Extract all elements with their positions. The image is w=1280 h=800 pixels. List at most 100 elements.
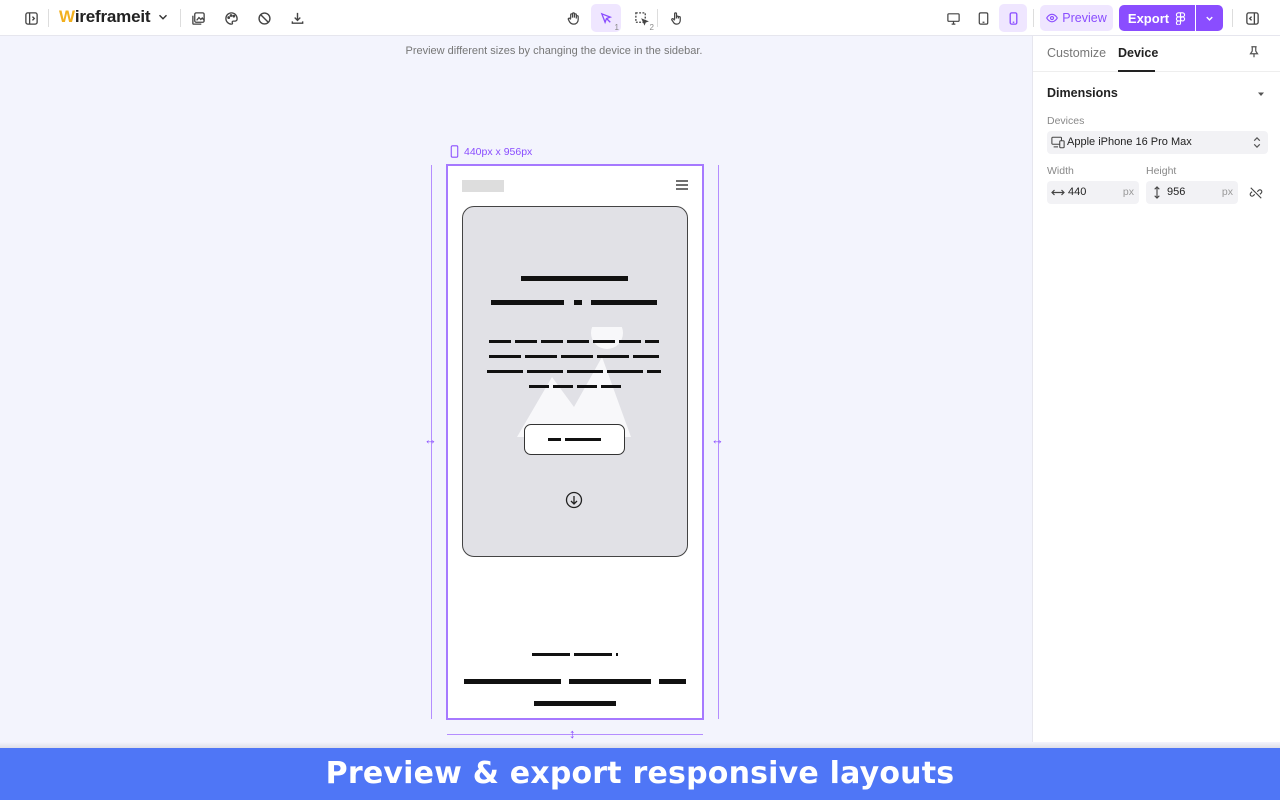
image-plus-icon	[191, 11, 205, 25]
paragraph-line	[487, 370, 661, 373]
toggle-sidebar-button[interactable]	[17, 4, 45, 32]
export-label: Export	[1127, 10, 1170, 26]
cta-button-placeholder	[524, 424, 625, 455]
divider	[48, 9, 49, 27]
tab-device[interactable]: Device	[1118, 46, 1158, 60]
divider	[1033, 9, 1034, 27]
hamburger-menu-icon	[676, 180, 688, 190]
hand-icon	[567, 11, 579, 25]
divider	[180, 9, 181, 27]
shortcut-hint: 2	[649, 23, 654, 32]
resize-vertical-icon[interactable]: ↕	[569, 726, 576, 741]
device-frame[interactable]	[446, 164, 704, 720]
sidebar-right-icon	[1245, 11, 1259, 25]
height-label: Height	[1146, 165, 1177, 177]
divider	[1232, 9, 1233, 27]
export-button[interactable]: Export	[1119, 5, 1195, 31]
interact-tool-button[interactable]	[662, 4, 690, 32]
footer-text-line	[534, 701, 616, 706]
shortcut-hint: 1	[614, 23, 619, 32]
pan-tool-button[interactable]	[559, 4, 587, 32]
footer-text-line	[464, 679, 561, 684]
frame-size-label: 440px x 956px	[449, 145, 532, 158]
disable-button[interactable]	[250, 4, 278, 32]
app-logo[interactable]: Wireframeit	[59, 7, 151, 27]
canvas-hint: Preview different sizes by changing the …	[405, 45, 703, 57]
export-options-button[interactable]	[1196, 5, 1223, 31]
arrows-vertical-icon	[1154, 186, 1160, 199]
monitor-icon	[946, 12, 960, 25]
select-tool-button[interactable]: 1	[591, 4, 621, 32]
logo-mark: W	[59, 7, 75, 26]
arrows-horizontal-icon	[1051, 189, 1065, 196]
palette-icon	[224, 11, 238, 25]
pin-icon[interactable]	[1247, 45, 1261, 59]
promo-caption: Preview & export responsive layouts	[0, 748, 1280, 800]
top-toolbar: Wireframeit 1 2 Preview Export	[0, 0, 1280, 36]
theme-button[interactable]	[217, 4, 245, 32]
height-input[interactable]: 956 px	[1146, 181, 1238, 204]
button-text-line	[548, 438, 561, 441]
chevron-down-icon[interactable]	[156, 10, 170, 24]
tablet-view-button[interactable]	[969, 4, 997, 32]
ban-icon	[257, 11, 271, 25]
panel-tabs: Customize Device	[1033, 36, 1280, 72]
preview-label: Preview	[1062, 11, 1107, 25]
device-select[interactable]: Apple iPhone 16 Pro Max	[1047, 131, 1268, 154]
device-select-value: Apple iPhone 16 Pro Max	[1067, 136, 1192, 148]
chevron-down-icon	[1206, 16, 1213, 21]
chevron-up-down-icon	[1253, 137, 1261, 148]
width-value: 440	[1068, 186, 1087, 198]
footer-text-line	[659, 679, 686, 684]
paragraph-line	[529, 385, 621, 388]
unlink-icon[interactable]	[1249, 186, 1263, 200]
resize-horizontal-icon[interactable]: ↔	[711, 432, 724, 447]
devices-icon	[1051, 136, 1065, 149]
canvas[interactable]: Preview different sizes by changing the …	[0, 36, 1032, 748]
heading-line	[591, 300, 657, 305]
width-input[interactable]: 440 px	[1047, 181, 1139, 204]
paragraph-line	[489, 355, 659, 358]
mobile-view-button[interactable]	[999, 4, 1027, 32]
footer-heading-line	[532, 653, 618, 656]
footer-text-line	[569, 679, 651, 684]
caret-down-icon[interactable]	[1256, 89, 1266, 99]
frame-dimensions: 440px x 956px	[464, 145, 533, 158]
properties-panel: Customize Device Dimensions Devices Appl…	[1032, 36, 1280, 748]
heading-line	[491, 300, 564, 305]
paragraph-line	[489, 340, 659, 343]
logo-text: ireframeit	[74, 7, 151, 26]
width-label: Width	[1047, 165, 1074, 177]
resize-horizontal-icon[interactable]: ↔	[424, 432, 437, 447]
toggle-right-panel-button[interactable]	[1238, 4, 1266, 32]
preview-button[interactable]: Preview	[1040, 5, 1113, 31]
wireframe-logo-placeholder	[462, 180, 504, 192]
marquee-tool-button[interactable]: 2	[626, 4, 656, 32]
arrow-down-circle-icon	[565, 491, 583, 509]
hero-section	[462, 206, 688, 557]
button-text-line	[565, 438, 601, 441]
pointer-hand-icon	[670, 11, 681, 25]
download-icon	[291, 12, 303, 24]
marquee-select-icon	[634, 11, 649, 26]
add-image-button[interactable]	[184, 4, 212, 32]
height-value: 956	[1167, 186, 1186, 198]
cursor-icon	[600, 12, 612, 24]
devices-label: Devices	[1047, 115, 1085, 127]
figma-icon	[1175, 11, 1186, 25]
width-unit: px	[1122, 186, 1134, 198]
section-title[interactable]: Dimensions	[1047, 86, 1118, 100]
tab-customize[interactable]: Customize	[1047, 46, 1106, 60]
download-button[interactable]	[283, 4, 311, 32]
sidebar-left-icon	[24, 11, 38, 25]
desktop-view-button[interactable]	[939, 4, 967, 32]
heading-line	[521, 276, 628, 281]
image-placeholder-icon	[517, 327, 631, 437]
height-unit: px	[1221, 186, 1233, 198]
tablet-icon	[978, 11, 988, 25]
smartphone-icon	[450, 145, 459, 158]
smartphone-icon	[1009, 11, 1017, 25]
active-tab-indicator	[1118, 70, 1155, 72]
heading-line	[574, 300, 582, 305]
eye-icon	[1046, 13, 1059, 23]
